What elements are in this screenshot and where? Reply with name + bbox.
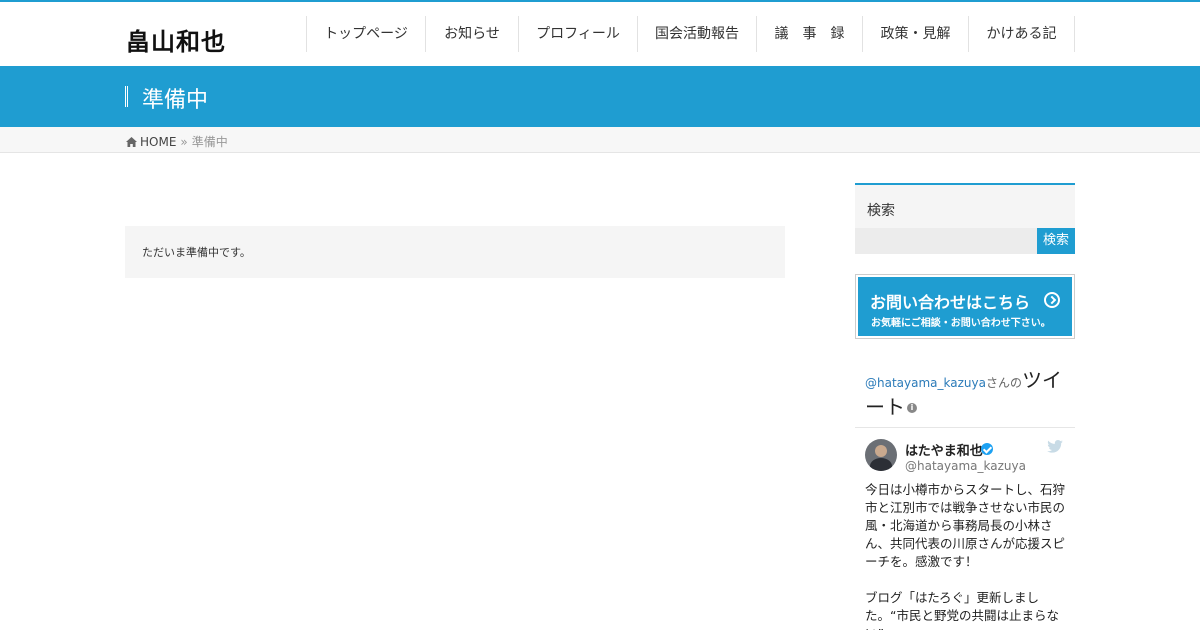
page-title-band: 準備中 (0, 66, 1200, 127)
main-notice-box: ただいま準備中です。 (125, 226, 785, 278)
site-header: 畠山和也 トップページ お知らせ プロフィール 国会活動報告 議 事 録 政策・… (0, 2, 1200, 66)
breadcrumb-current: 準備中 (191, 135, 228, 149)
tweet-body: 今日は小樽市からスタートし、石狩市と江別市では戦争させない市民の風・北海道から事… (865, 481, 1065, 630)
search-input[interactable] (855, 228, 1037, 254)
avatar[interactable] (865, 439, 897, 471)
search-widget: 検索 検索 (855, 183, 1075, 254)
search-widget-title: 検索 (867, 203, 895, 219)
nav-item-profile[interactable]: プロフィール (519, 16, 638, 52)
verified-icon (981, 443, 993, 455)
nav-item-policy[interactable]: 政策・見解 (863, 16, 969, 52)
info-icon[interactable]: i (907, 403, 917, 413)
contact-banner[interactable]: お問い合わせはこちら お気軽にご相談・お問い合わせ下さい。 (855, 274, 1075, 339)
nav-item-diet-report[interactable]: 国会活動報告 (638, 16, 757, 52)
twitter-san-label: さんの (985, 376, 1022, 390)
breadcrumb-home-link[interactable]: HOME (140, 135, 176, 149)
twitter-bird-icon[interactable] (1047, 440, 1063, 453)
home-icon (126, 136, 137, 147)
notice-text: ただいま準備中です。 (142, 246, 251, 259)
twitter-widget-header: @hatayama_kazuyaさんのツイート i (865, 368, 1065, 419)
tweet-paragraph: 今日は小樽市からスタートし、石狩市と江別市では戦争させない市民の風・北海道から事… (865, 482, 1066, 569)
breadcrumb-separator: » (180, 134, 188, 149)
title-marker (125, 86, 128, 107)
contact-banner-heading: お問い合わせはこちら (870, 293, 1031, 312)
twitter-handle-link[interactable]: @hatayama_kazuya (865, 376, 986, 390)
nav-item-diary[interactable]: かけある記 (969, 16, 1075, 52)
tweet-author-name[interactable]: はたやま和也 (905, 440, 983, 459)
tweet-author-username[interactable]: @hatayama_kazuya (905, 459, 1026, 473)
arrow-circle-icon (1044, 292, 1060, 308)
contact-banner-subtext: お気軽にご相談・お問い合わせ下さい。 (871, 318, 1051, 329)
nav-item-top[interactable]: トップページ (307, 16, 426, 52)
search-button[interactable]: 検索 (1037, 228, 1075, 254)
nav-item-news[interactable]: お知らせ (426, 16, 519, 52)
nav-item-minutes[interactable]: 議 事 録 (757, 16, 863, 52)
tweet-paragraph: ブログ「はたろぐ」更新しました。“市民と野党の共闘は止まらない” (865, 590, 1059, 630)
main-nav: トップページ お知らせ プロフィール 国会活動報告 議 事 録 政策・見解 かけ… (306, 16, 1075, 52)
twitter-divider (855, 427, 1075, 428)
breadcrumb: HOME » 準備中 (0, 127, 1200, 153)
site-logo[interactable]: 畠山和也 (126, 22, 226, 57)
page-title: 準備中 (142, 88, 209, 113)
